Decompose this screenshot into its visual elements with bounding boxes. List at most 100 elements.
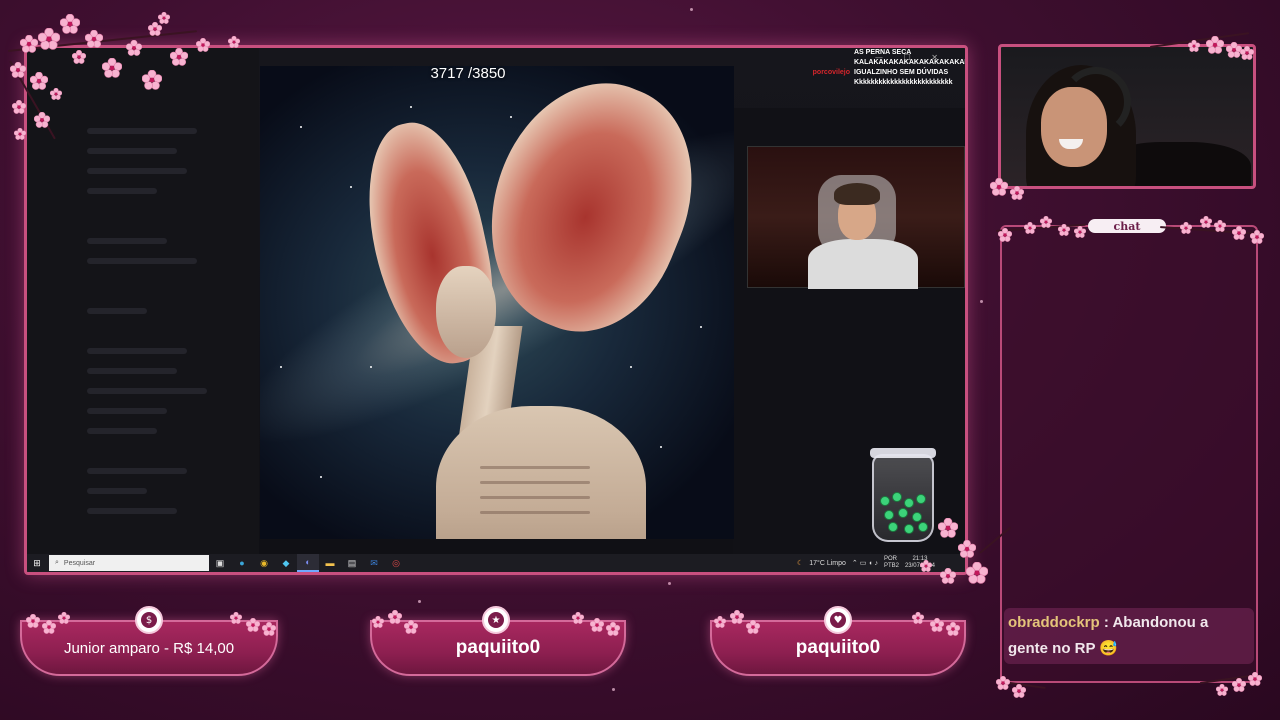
cherry-blossom-icon [1214,220,1226,232]
headset-icon [1061,67,1131,137]
cherry-blossom-icon [1058,224,1070,236]
store-icon[interactable]: ▤ [341,554,363,572]
cherry-blossom-icon [246,618,260,632]
cherry-blossom-icon [1200,216,1212,228]
dollar-icon: $ [135,606,163,634]
chat-username: obraddockrp [1008,614,1100,631]
cherry-blossom-icon [85,30,103,48]
shared-image-alien [260,66,734,539]
cherry-blossom-icon [196,38,210,52]
cherry-blossom-icon [1074,226,1086,238]
cherry-blossom-icon [1040,216,1052,228]
cherry-blossom-icon [572,612,584,624]
cherry-blossom-icon [26,614,40,628]
sparkle [980,300,983,303]
screen-share: 3717 /3850 AS PERNA SECA KALAKAKAKAKAKAK… [24,45,968,575]
cherry-blossom-icon [938,518,958,538]
cherry-blossom-icon [1012,684,1026,698]
task-view-icon[interactable]: ▣ [209,554,231,572]
weather-icon: ☾ [796,560,804,567]
cherry-blossom-icon [990,178,1008,196]
clover-jar [872,454,934,542]
cherry-blossom-icon [746,620,760,634]
cherry-blossom-icon [1216,684,1228,696]
obs-icon[interactable]: ◎ [385,554,407,572]
cherry-blossom-icon [58,612,70,624]
sparkle [668,582,671,585]
cherry-blossom-icon [34,112,50,128]
cherry-blossom-icon [996,676,1010,690]
cherry-blossom-icon [12,100,26,114]
banner-label: paquiito0 [795,637,881,658]
cherry-blossom-icon [730,610,744,624]
alien-head [436,266,496,358]
chat-header: chat [1088,219,1166,233]
mail-icon[interactable]: ✉ [363,554,385,572]
cherry-blossom-icon [102,58,122,78]
cherry-blossom-icon [38,28,60,50]
cherry-blossom-icon [1240,46,1254,60]
emoji-sweat-smile: 😅 [1099,640,1119,657]
cherry-blossom-icon [1010,186,1024,200]
discord-sidebar [27,48,259,554]
cherry-blossom-icon [1206,36,1224,54]
cherry-blossom-icon [158,12,170,24]
sparkle [612,688,615,691]
cherry-blossom-icon [714,616,726,628]
alien-body [436,406,646,539]
search-icon: ⌕ [55,559,59,566]
cherry-blossom-icon [372,616,384,628]
cherry-blossom-icon [1248,672,1262,686]
banner-label: Junior amparo - R$ 14,00 [63,639,235,657]
overlay-chat-row: Kkkkkkkkkkkkkkkkkkkkkkkkk [854,79,953,86]
cherry-blossom-icon [606,622,620,636]
cherry-blossom-icon [930,618,944,632]
cherry-blossom-icon [126,40,142,56]
cherry-blossom-icon [30,72,48,90]
cherry-blossom-icon [20,35,38,53]
file-explorer-icon[interactable]: ▬ [319,554,341,572]
cherry-blossom-icon [50,88,62,100]
banner-label: paquiito0 [455,637,541,658]
cherry-blossom-icon [148,22,162,36]
cherry-blossom-icon [14,128,26,140]
cherry-blossom-icon [1232,678,1246,692]
cherry-blossom-icon [404,620,418,634]
chat-message: obraddockrp : Abandonou a gente no RP 😅 [1004,608,1254,664]
discord-icon[interactable]: ◐ [297,554,319,572]
chrome-icon[interactable]: ◉ [253,554,275,572]
cherry-blossom-icon [940,568,956,584]
taskbar-search[interactable]: ⌕ Pesquisar [49,555,209,571]
cherry-blossom-icon [170,48,188,66]
tray-icons[interactable]: ⌃ ▭ ◖ ♪ [852,559,878,567]
cherry-blossom-icon [142,70,162,90]
sparkle [418,600,421,603]
star-icon: ★ [482,606,510,634]
cherry-blossom-icon [228,36,240,48]
cherry-blossom-icon [1024,222,1036,234]
cherry-blossom-icon [966,562,988,584]
cherry-blossom-icon [912,612,924,624]
app-icon[interactable]: ◆ [275,554,297,572]
window-controls[interactable]: — ☐ ✕ [875,53,947,62]
cherry-blossom-icon [230,612,242,624]
cherry-blossom-icon [998,228,1012,242]
sparkle [690,8,693,11]
search-placeholder: Pesquisar [63,559,96,567]
cherry-blossom-icon [388,610,402,624]
windows-taskbar: ⊞ ⌕ Pesquisar ▣ ● ◉ ◆ ◐ ▬ ▤ ✉ ◎ ☾ 17°C L… [27,554,965,572]
cherry-blossom-icon [1188,40,1200,52]
cherry-blossom-icon [946,622,960,636]
heart-icon: ♥ [824,606,852,634]
cherry-blossom-icon [590,618,604,632]
overlay-chat-row: porcovilejo IGUALZINHO SEM DÚVIDAS [812,69,949,76]
cherry-blossom-icon [72,50,86,64]
language-indicator[interactable]: POR PTB2 [884,556,899,570]
guest-webcam [747,146,965,289]
cherry-blossom-icon [920,560,932,572]
windows-start-icon[interactable]: ⊞ [27,554,47,572]
cherry-blossom-icon [958,540,976,558]
streamer-webcam [998,44,1256,189]
cherry-blossom-icon [1250,230,1264,244]
edge-icon[interactable]: ● [231,554,253,572]
